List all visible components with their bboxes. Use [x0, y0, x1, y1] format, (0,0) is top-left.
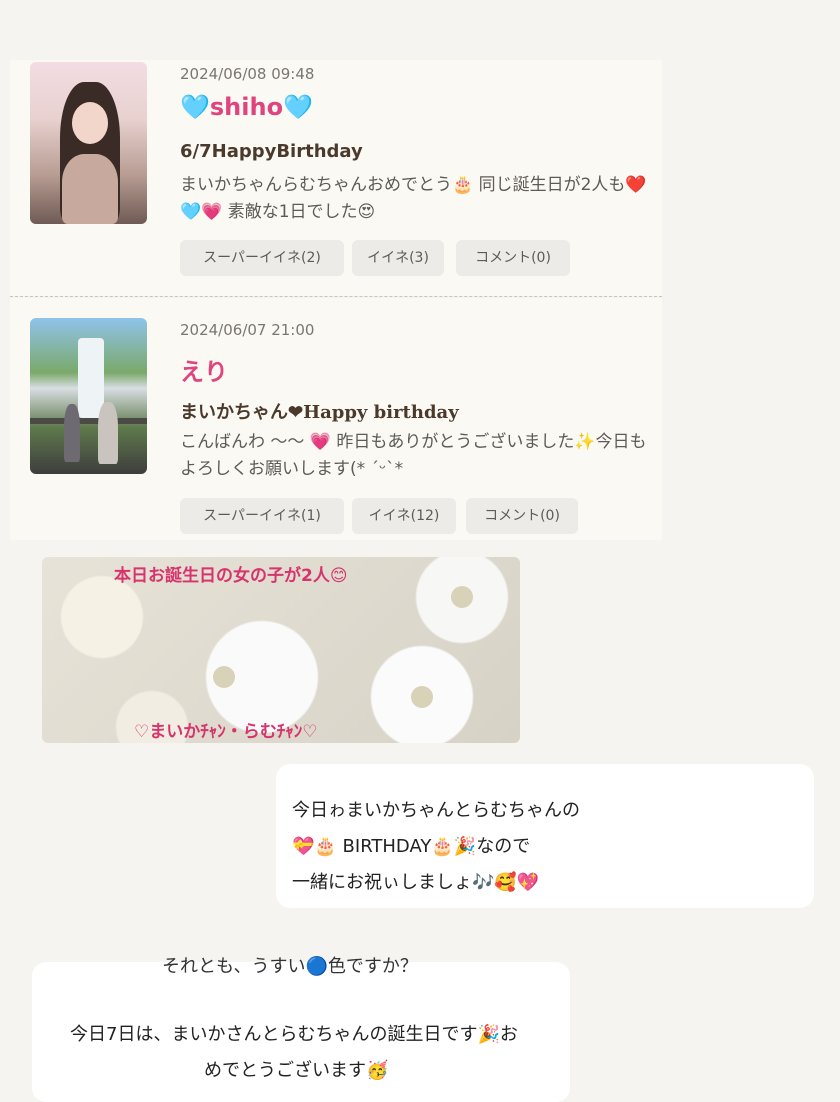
face-shape	[72, 102, 108, 144]
waterfall-shape	[78, 338, 104, 418]
flower-center	[451, 586, 473, 608]
railing-shape	[30, 418, 147, 424]
post-title: 6/7HappyBirthday	[180, 141, 363, 162]
post-body: まいかちゃんらむちゃんおめでとう🎂 同じ誕生日が2人も❤️🩵💗 素敵な1日でした…	[180, 175, 647, 222]
person-left	[64, 404, 80, 462]
message-bubble: 今日ゎまいかちゃんとらむちゃんの 💝🎂 BIRTHDAY🎂🎉なので 一緒にお祝ぃ…	[276, 764, 814, 908]
post-body: こんばんわ 〜〜 💗 昨日もありがとうございました✨今日もよろしくお願いします(…	[180, 432, 647, 479]
message-line: 💝🎂 BIRTHDAY🎂🎉なので	[292, 836, 531, 857]
poster-name[interactable]: 🩵shiho🩵	[180, 93, 313, 121]
post-photo[interactable]	[30, 62, 147, 224]
banner-names: ♡まいかﾁｬﾝ・らむﾁｬﾝ♡	[134, 722, 318, 742]
message-line: めでとうございます🥳	[204, 1060, 389, 1081]
banner-headline: 本日お誕生日の女の子が2人😊	[114, 566, 348, 586]
message-line: 今日7日は、まいかさんとらむちゃんの誕生日です🎉お	[70, 1024, 518, 1045]
post-card-shiho: 2024/06/08 09:48 🩵shiho🩵 6/7HappyBirthda…	[10, 60, 662, 296]
post-photo[interactable]	[30, 318, 147, 474]
flower-center	[213, 666, 235, 688]
poster-name[interactable]: えり	[180, 352, 228, 387]
post-card-eri: 2024/06/07 21:00 えり まいかちゃん❤Happy birthda…	[10, 298, 662, 540]
cut-off-line: それとも、うすい🔵色ですか？	[162, 956, 418, 977]
message-line: 今日ゎまいかちゃんとらむちゃんの	[292, 800, 580, 821]
super-like-button[interactable]: スーパーイイネ(2)	[180, 240, 344, 276]
post-date: 2024/06/07 21:00	[180, 321, 315, 339]
post-divider	[10, 296, 662, 297]
like-button[interactable]: イイネ(12)	[352, 498, 456, 534]
like-button[interactable]: イイネ(3)	[352, 240, 444, 276]
message-line: 一緒にお祝ぃしましょ🎶🥰💖	[292, 872, 540, 893]
outfit-shape	[62, 154, 118, 224]
comment-button[interactable]: コメント(0)	[456, 240, 570, 276]
post-date: 2024/06/08 09:48	[180, 65, 315, 83]
comment-button[interactable]: コメント(0)	[466, 498, 578, 534]
post-title: まいかちゃん❤Happy birthday	[180, 402, 459, 423]
super-like-button[interactable]: スーパーイイネ(1)	[180, 498, 344, 534]
message-bubble: それとも、うすい🔵色ですか？ 今日7日は、まいかさんとらむちゃんの誕生日です🎉お…	[32, 956, 570, 1102]
birthday-banner-image[interactable]: 本日お誕生日の女の子が2人😊 ♡まいかﾁｬﾝ・らむﾁｬﾝ♡	[42, 557, 520, 743]
flower-center	[411, 686, 433, 708]
person-right	[98, 402, 118, 464]
